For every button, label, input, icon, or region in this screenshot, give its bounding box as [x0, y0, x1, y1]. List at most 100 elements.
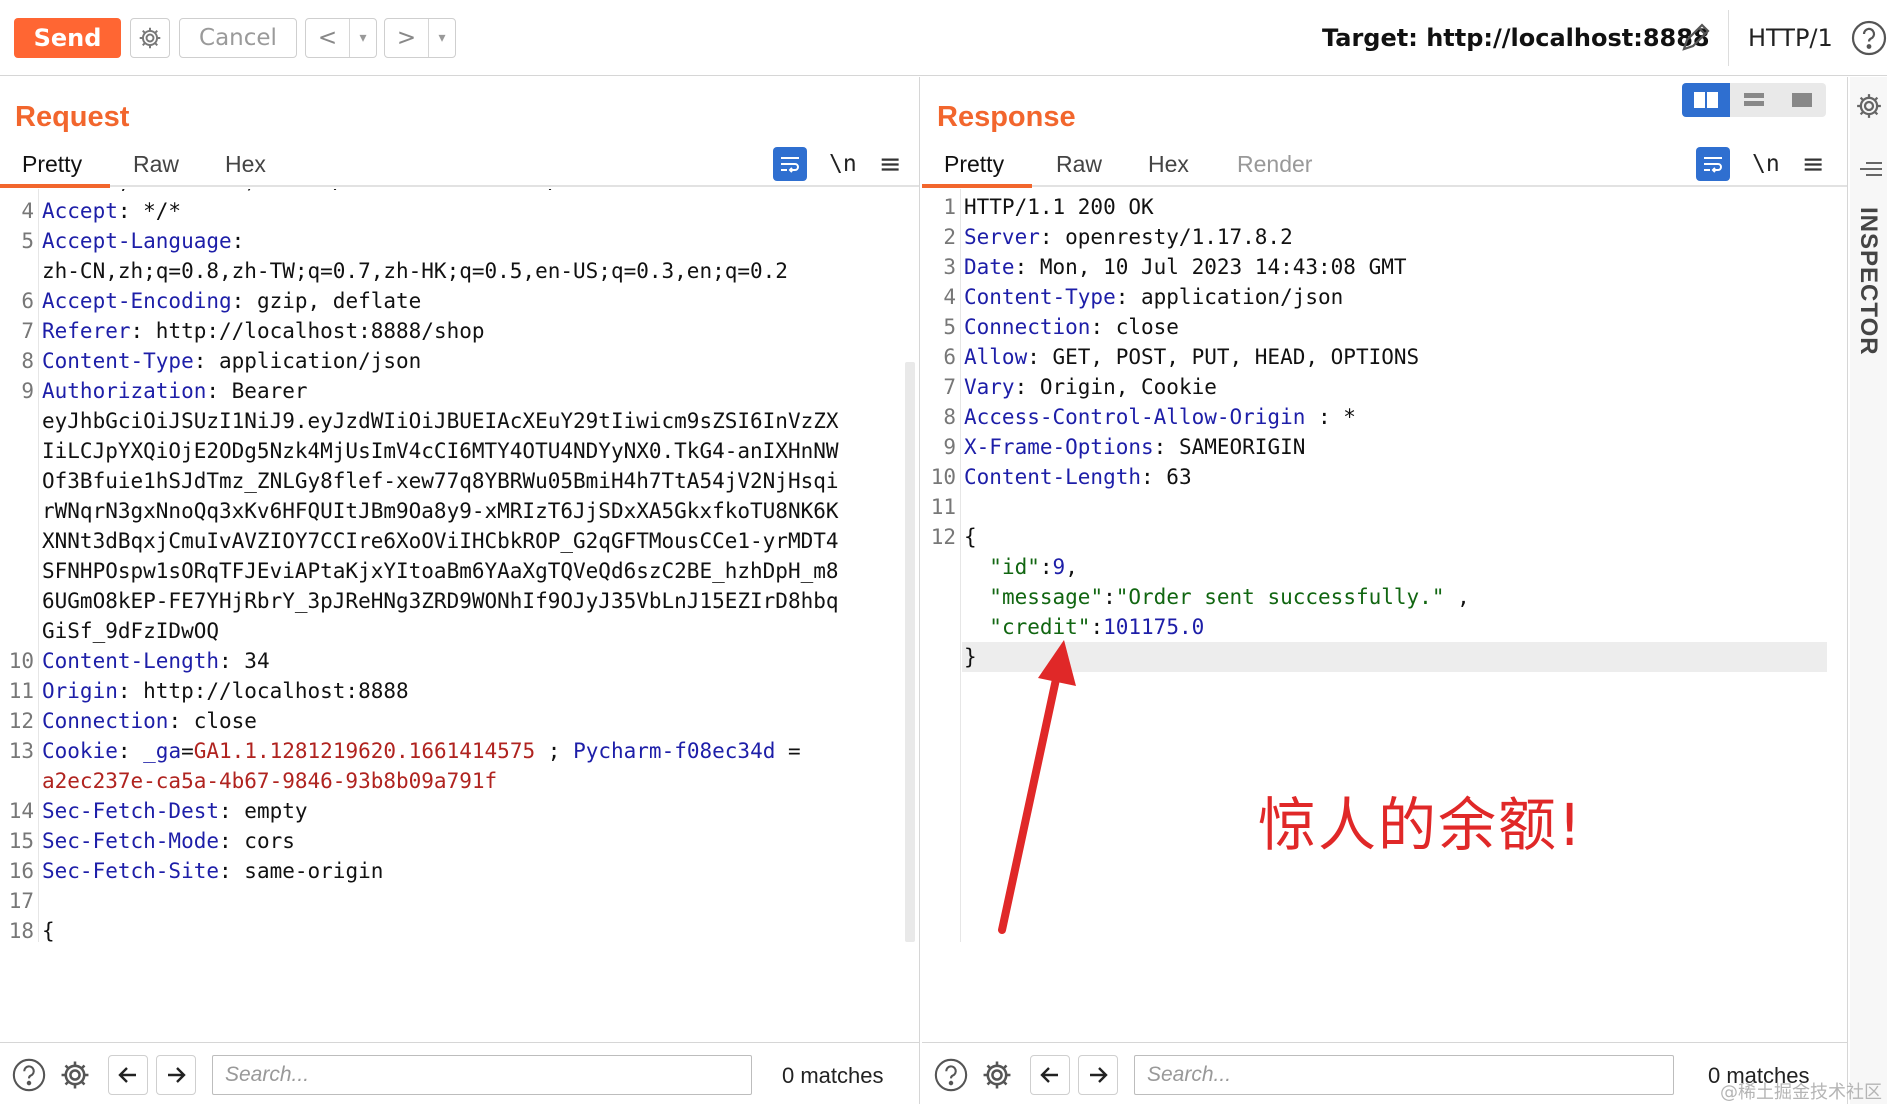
layout-stacked-button[interactable] — [1730, 83, 1778, 117]
help-icon[interactable] — [10, 1056, 48, 1094]
word-wrap-toggle[interactable] — [1696, 147, 1730, 181]
http-version-toggle[interactable]: HTTP/1 — [1748, 24, 1833, 52]
code-line[interactable]: 5 Accept-Language: — [0, 226, 919, 256]
next-match-button[interactable] — [156, 1055, 196, 1095]
code-line[interactable]: 8 Access-Control-Allow-Origin : * — [922, 402, 1847, 432]
code-line[interactable]: 3 Date: Mon, 10 Jul 2023 14:43:08 GMT — [922, 252, 1847, 282]
code-line[interactable]: 5 Connection: close — [922, 312, 1847, 342]
line-text: } — [964, 645, 977, 669]
show-newlines-toggle[interactable]: \n — [829, 151, 857, 177]
code-line[interactable]: 4 Accept: */* — [0, 196, 919, 226]
code-line[interactable]: 11 Origin: http://localhost:8888 — [0, 676, 919, 706]
forward-history-dropdown-icon[interactable]: ▾ — [429, 30, 455, 46]
settings-button[interactable] — [130, 18, 170, 58]
code-line[interactable]: "id":9, — [922, 552, 1847, 582]
line-text: Origin: http://localhost:8888 — [42, 679, 409, 703]
response-search-bar: 0 matches — [922, 1042, 1847, 1104]
line-text: X-Frame-Options: SAMEORIGIN — [964, 435, 1306, 459]
inspector-label[interactable]: INSPECTOR — [1854, 207, 1882, 356]
request-tab-hex[interactable]: Hex — [225, 151, 266, 178]
gear-icon[interactable] — [978, 1056, 1016, 1094]
line-text: Sec-Fetch-Dest: empty — [42, 799, 308, 823]
code-line[interactable]: SFNHPOspw1sORqTFJEviAPtaKjxYItoaBm6YAaXg… — [0, 556, 919, 586]
layout-tabs-button[interactable] — [1778, 83, 1826, 117]
send-button[interactable]: Send — [14, 18, 121, 58]
code-line[interactable]: 14 Sec-Fetch-Dest: empty — [0, 796, 919, 826]
response-search-input[interactable] — [1134, 1055, 1674, 1095]
code-line[interactable]: 6 Accept-Encoding: gzip, deflate — [0, 286, 919, 316]
line-text: Accept: */* — [42, 199, 182, 223]
response-tab-pretty[interactable]: Pretty — [944, 151, 1004, 178]
code-line[interactable]: rWNqrN3gxNnoQq3xKv6HFQUItJBm9Oa8y9-xMRIz… — [0, 496, 919, 526]
back-nav-button[interactable]: < ▾ — [305, 18, 377, 58]
line-text: Content-Type: application/json — [42, 349, 422, 373]
code-line[interactable]: IiLCJpYXQiOjE2ODg5Nzk4MjUsImV4cCI6MTY4OT… — [0, 436, 919, 466]
request-search-input[interactable] — [212, 1055, 752, 1095]
inspector-sidebar[interactable]: INSPECTOR — [1850, 77, 1887, 1104]
code-line[interactable]: 10 Content-Length: 63 — [922, 462, 1847, 492]
line-text: Vary: Origin, Cookie — [964, 375, 1217, 399]
code-line[interactable]: "message":"Order sent successfully." , — [922, 582, 1847, 612]
code-line[interactable]: a2ec237e-ca5a-4b67-9846-93b8b09a791f — [0, 766, 919, 796]
code-line[interactable]: Of3Bfuie1hSJdTmz_ZNLGy8flef-xew77q8YBRWu… — [0, 466, 919, 496]
help-icon[interactable] — [932, 1056, 970, 1094]
code-line[interactable]: 1 HTTP/1.1 200 OK — [922, 192, 1847, 222]
line-text: Content-Length: 34 — [42, 649, 270, 673]
code-line[interactable]: zh-CN,zh;q=0.8,zh-TW;q=0.7,zh-HK;q=0.5,e… — [0, 256, 919, 286]
code-line[interactable]: 18 { — [0, 916, 919, 942]
gear-icon[interactable] — [56, 1056, 94, 1094]
edit-target-icon[interactable] — [1675, 18, 1715, 58]
code-line[interactable]: 12 Connection: close — [0, 706, 919, 736]
line-number: 10 — [930, 465, 956, 489]
back-arrow-icon[interactable]: < — [306, 19, 350, 57]
code-line[interactable]: 8 Content-Type: application/json — [0, 346, 919, 376]
code-line[interactable]: 9 X-Frame-Options: SAMEORIGIN — [922, 432, 1847, 462]
columns-icon — [1694, 92, 1718, 108]
code-line[interactable]: GiSf_9dFzIDwOQ — [0, 616, 919, 646]
toolbar-divider — [1728, 10, 1729, 66]
code-line[interactable]: 7 Referer: http://localhost:8888/shop — [0, 316, 919, 346]
request-tab-raw[interactable]: Raw — [133, 151, 179, 178]
previous-match-button[interactable] — [108, 1055, 148, 1095]
forward-arrow-icon[interactable]: > — [385, 19, 429, 57]
layout-side-by-side-button[interactable] — [1682, 83, 1730, 117]
help-icon[interactable] — [1850, 19, 1887, 57]
line-text: 6UGmO8kEP-FE7YHjRbrY_3pJReHNg3ZRD9WONhIf… — [42, 589, 839, 613]
line-text: { — [42, 919, 55, 942]
response-tab-raw[interactable]: Raw — [1056, 151, 1102, 178]
line-text: zh-CN,zh;q=0.8,zh-TW;q=0.7,zh-HK;q=0.5,e… — [42, 259, 788, 283]
code-line[interactable]: 12 { — [922, 522, 1847, 552]
forward-nav-button[interactable]: > ▾ — [384, 18, 456, 58]
line-text: { — [964, 525, 977, 549]
next-match-button[interactable] — [1078, 1055, 1118, 1095]
code-line[interactable]: 4 Content-Type: application/json — [922, 282, 1847, 312]
code-line[interactable]: 9 Authorization: Bearer — [0, 376, 919, 406]
response-tab-render[interactable]: Render — [1237, 151, 1312, 178]
word-wrap-toggle[interactable] — [773, 147, 807, 181]
code-line[interactable]: 17 — [0, 886, 919, 916]
request-scrollbar[interactable] — [905, 362, 915, 942]
show-newlines-toggle[interactable]: \n — [1752, 151, 1780, 177]
hamburger-menu-icon[interactable]: ≡ — [1802, 151, 1825, 178]
back-history-dropdown-icon[interactable]: ▾ — [350, 30, 376, 46]
code-line[interactable]: 10 Content-Length: 34 — [0, 646, 919, 676]
response-tab-hex[interactable]: Hex — [1148, 151, 1189, 178]
code-line[interactable]: 2 Server: openresty/1.17.8.2 — [922, 222, 1847, 252]
previous-match-button[interactable] — [1030, 1055, 1070, 1095]
code-line[interactable]: XNNt3dBqxjCmuIvAVZIOY7CCIre6XoOViIHCbkRO… — [0, 526, 919, 556]
code-line[interactable]: 15 Sec-Fetch-Mode: cors — [0, 826, 919, 856]
code-line[interactable]: 11 — [922, 492, 1847, 522]
code-line[interactable]: eyJhbGciOiJSUzI1NiJ9.eyJzdWIiOiJBUEIAcXE… — [0, 406, 919, 436]
gear-icon[interactable] — [1854, 91, 1884, 121]
code-line[interactable]: 6UGmO8kEP-FE7YHjRbrY_3pJReHNg3ZRD9WONhIf… — [0, 586, 919, 616]
code-line[interactable]: 16 Sec-Fetch-Site: same-origin — [0, 856, 919, 886]
request-tab-pretty[interactable]: Pretty — [22, 151, 82, 178]
code-line[interactable]: 6 Allow: GET, POST, PUT, HEAD, OPTIONS — [922, 342, 1847, 372]
code-line[interactable]: Ubuntu; rv:109.0) Gecko/20100101 Firefox… — [0, 189, 919, 196]
cancel-button[interactable]: Cancel — [179, 18, 297, 58]
line-number: 17 — [8, 889, 34, 913]
request-editor[interactable]: Ubuntu; rv:109.0) Gecko/20100101 Firefox… — [0, 189, 919, 942]
code-line[interactable]: 13 Cookie: _ga=GA1.1.1281219620.166141457… — [0, 736, 919, 766]
hamburger-menu-icon[interactable]: ≡ — [879, 151, 902, 178]
code-line[interactable]: 7 Vary: Origin, Cookie — [922, 372, 1847, 402]
